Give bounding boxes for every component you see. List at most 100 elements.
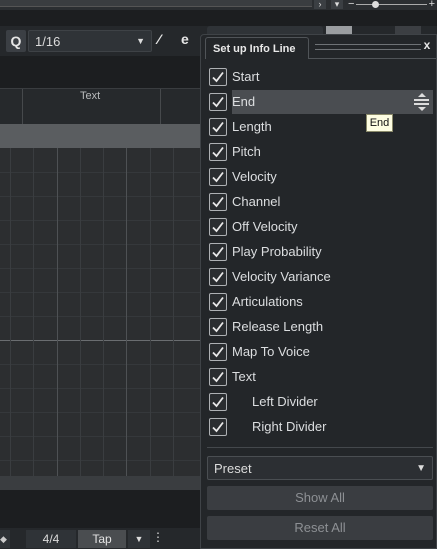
lane-header bbox=[0, 124, 200, 148]
reorder-handle-icon[interactable] bbox=[414, 93, 429, 111]
grid-row-line bbox=[0, 196, 200, 197]
tooltip: End bbox=[366, 114, 393, 132]
time-signature-field[interactable]: 4/4 bbox=[26, 530, 76, 548]
field-item[interactable]: Length bbox=[209, 115, 429, 139]
field-item[interactable]: Text bbox=[209, 365, 429, 389]
zoom-out-icon[interactable]: − bbox=[348, 0, 354, 10]
checkbox[interactable] bbox=[209, 293, 227, 311]
field-item-label: Length bbox=[232, 119, 272, 134]
info-line-setup-popup: Set up Info Line x Start End Length Pitch Ve… bbox=[200, 34, 437, 549]
note-grid[interactable] bbox=[0, 148, 200, 476]
checkbox[interactable] bbox=[209, 343, 227, 361]
grid-row-line bbox=[0, 172, 200, 173]
preset-label: Preset bbox=[214, 461, 252, 476]
checkbox[interactable] bbox=[209, 218, 227, 236]
checkbox[interactable] bbox=[209, 243, 227, 261]
grid-row-line bbox=[0, 436, 200, 437]
field-item-label: Articulations bbox=[232, 294, 303, 309]
title-drag-grip[interactable] bbox=[315, 44, 421, 45]
grid-row-line bbox=[0, 244, 200, 245]
field-item-label: Right Divider bbox=[252, 419, 327, 434]
field-item[interactable]: End bbox=[209, 90, 433, 114]
field-item-label: Channel bbox=[232, 194, 281, 209]
horizontal-scrollbar[interactable] bbox=[0, 0, 312, 7]
field-item-label: Left Divider bbox=[252, 394, 318, 409]
field-item-label: Velocity bbox=[232, 169, 277, 184]
check-icon bbox=[212, 421, 224, 433]
field-item[interactable]: Start bbox=[209, 65, 429, 89]
check-icon bbox=[212, 371, 224, 383]
field-item[interactable]: Channel bbox=[209, 190, 429, 214]
check-icon bbox=[212, 71, 224, 83]
preset-select[interactable]: Preset ▼ bbox=[207, 456, 433, 480]
checkbox[interactable] bbox=[209, 268, 227, 286]
checkbox[interactable] bbox=[209, 68, 227, 86]
checkbox[interactable] bbox=[209, 118, 227, 136]
field-item[interactable]: Map To Voice bbox=[209, 340, 429, 364]
field-item[interactable]: Release Length bbox=[209, 315, 429, 339]
tap-dropdown-icon[interactable]: ▼ bbox=[128, 530, 150, 548]
checkbox[interactable] bbox=[209, 318, 227, 336]
field-item[interactable]: Pitch bbox=[209, 140, 429, 164]
edit-tool-icon[interactable]: e bbox=[181, 31, 189, 47]
quantize-percent-icon[interactable]: ⁄ bbox=[158, 31, 160, 47]
field-item-label: Velocity Variance bbox=[232, 269, 331, 284]
lower-lane-bar bbox=[0, 476, 200, 490]
grid-row-line bbox=[0, 292, 200, 293]
ruler-label: Text bbox=[80, 90, 101, 102]
grid-row-line bbox=[0, 316, 200, 317]
field-item[interactable]: Right Divider bbox=[209, 415, 429, 439]
field-item-label: Text bbox=[232, 369, 256, 384]
grid-col-line bbox=[10, 148, 11, 476]
more-options-icon[interactable]: ⋮ bbox=[152, 530, 164, 544]
checkbox[interactable] bbox=[209, 368, 227, 386]
stepper-arrow-icon[interactable]: ◆ bbox=[0, 530, 10, 548]
field-item[interactable]: Articulations bbox=[209, 290, 429, 314]
checkbox[interactable] bbox=[209, 143, 227, 161]
checkbox[interactable] bbox=[209, 168, 227, 186]
check-icon bbox=[212, 321, 224, 333]
checkbox[interactable] bbox=[209, 193, 227, 211]
field-item-label: Start bbox=[232, 69, 260, 84]
field-item-label: Pitch bbox=[232, 144, 261, 159]
check-icon bbox=[212, 346, 224, 358]
reset-all-button[interactable]: Reset All bbox=[207, 516, 433, 540]
field-item[interactable]: Velocity bbox=[209, 165, 429, 189]
field-item-label: Play Probability bbox=[232, 244, 322, 259]
quantize-button[interactable]: Q bbox=[6, 30, 26, 52]
popup-title: Set up Info Line bbox=[205, 37, 309, 59]
grid-col-line bbox=[80, 148, 81, 476]
grid-row-line bbox=[0, 268, 200, 269]
check-icon bbox=[212, 221, 224, 233]
grid-col-line bbox=[103, 148, 104, 476]
field-item[interactable]: Off Velocity bbox=[209, 215, 429, 239]
field-item[interactable]: Velocity Variance bbox=[209, 265, 429, 289]
checkbox[interactable] bbox=[209, 418, 227, 436]
scroll-right-arrow-icon[interactable]: › bbox=[314, 0, 326, 9]
checkbox[interactable] bbox=[209, 93, 227, 111]
zoom-menu-arrow-icon[interactable]: ▾ bbox=[331, 0, 343, 9]
close-button[interactable]: x bbox=[421, 38, 433, 52]
zoom-knob[interactable] bbox=[372, 1, 379, 8]
check-icon bbox=[212, 396, 224, 408]
field-item[interactable]: Play Probability bbox=[209, 240, 429, 264]
zoom-in-icon[interactable]: + bbox=[429, 0, 435, 10]
zoom-slider[interactable]: − + bbox=[346, 0, 437, 10]
grid-row-line bbox=[0, 460, 200, 461]
check-icon bbox=[212, 246, 224, 258]
grid-col-line bbox=[33, 148, 34, 476]
grid-beat-line bbox=[126, 148, 127, 476]
ruler-mark bbox=[160, 89, 161, 125]
divider bbox=[207, 447, 433, 448]
show-all-button[interactable]: Show All bbox=[207, 486, 433, 510]
checkbox[interactable] bbox=[209, 393, 227, 411]
chevron-down-icon: ▼ bbox=[136, 36, 145, 46]
title-drag-grip[interactable] bbox=[315, 49, 421, 50]
check-icon bbox=[212, 96, 224, 108]
quantize-preset-select[interactable]: 1/16 ▼ bbox=[28, 30, 152, 52]
grid-col-line bbox=[150, 148, 151, 476]
check-icon bbox=[212, 296, 224, 308]
tap-tempo-button[interactable]: Tap bbox=[78, 530, 126, 548]
field-item[interactable]: Left Divider bbox=[209, 390, 429, 414]
grid-beat-line bbox=[57, 148, 58, 476]
